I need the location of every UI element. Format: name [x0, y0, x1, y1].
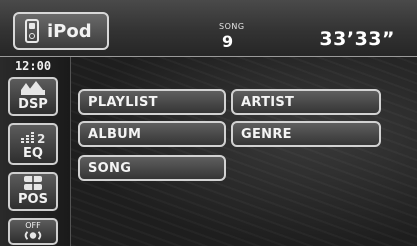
eq-label: EQ — [23, 146, 43, 161]
ipod-screen: iPod SONG 9 33’33” 12:00 DSP 2 EQ POS OF… — [0, 0, 417, 246]
ipod-source-button[interactable]: iPod — [13, 12, 109, 50]
eq-button[interactable]: 2 EQ — [8, 123, 58, 165]
ipod-icon — [25, 19, 39, 43]
song-button[interactable]: SONG — [78, 155, 226, 181]
album-button[interactable]: ALBUM — [78, 121, 226, 147]
off-label: OFF — [25, 221, 41, 230]
sidebar: 12:00 DSP 2 EQ POS OFF — [0, 57, 71, 246]
dsp-button[interactable]: DSP — [8, 77, 58, 116]
artist-button[interactable]: ARTIST — [231, 89, 381, 115]
song-label: SONG — [219, 22, 245, 31]
dsp-icon — [21, 81, 45, 95]
surround-off-button[interactable]: OFF — [8, 218, 58, 245]
song-number: 9 — [222, 32, 234, 51]
playlist-button[interactable]: PLAYLIST — [78, 89, 226, 115]
header-bar: iPod SONG 9 33’33” — [0, 0, 417, 57]
genre-button[interactable]: GENRE — [231, 121, 381, 147]
position-icon — [24, 176, 42, 190]
eq-icon: 2 — [21, 132, 45, 145]
elapsed-time: 33’33” — [319, 28, 395, 50]
eq-badge: 2 — [37, 132, 45, 145]
source-label: iPod — [47, 20, 92, 42]
surround-off-icon — [24, 231, 42, 240]
content-area: PLAYLIST ARTIST ALBUM GENRE SONG — [71, 57, 417, 246]
clock: 12:00 — [14, 59, 52, 73]
pos-label: POS — [18, 192, 48, 207]
dsp-label: DSP — [18, 97, 48, 112]
pos-button[interactable]: POS — [8, 172, 58, 211]
